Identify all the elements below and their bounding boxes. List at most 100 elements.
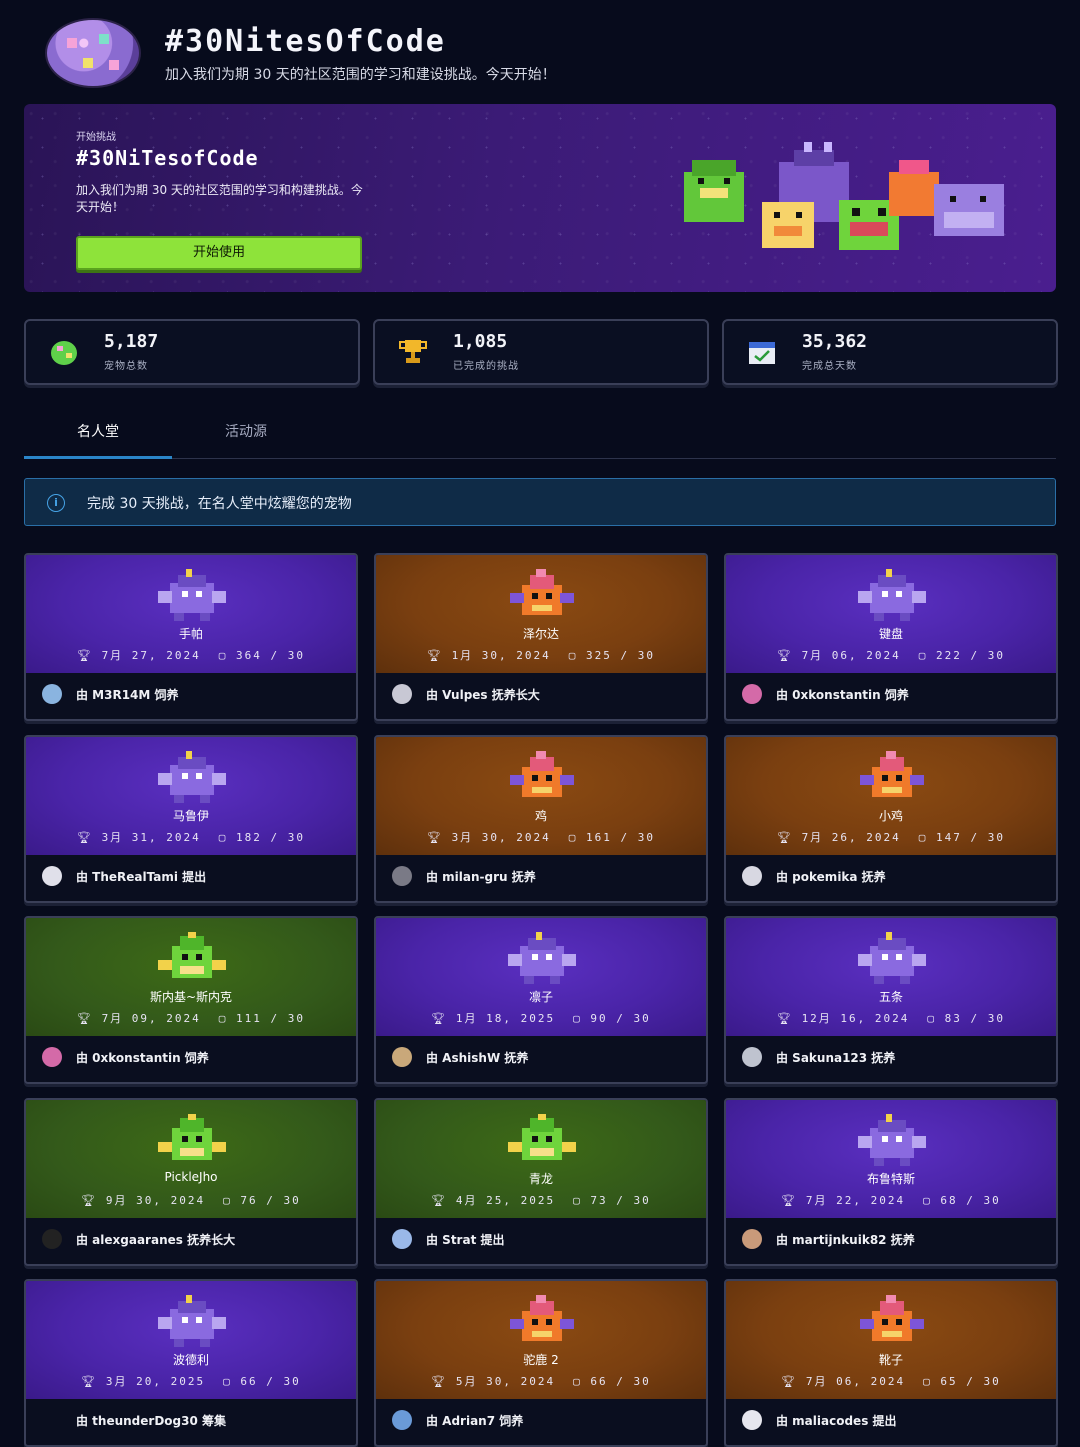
info-icon: i [47, 494, 65, 512]
avatar[interactable] [42, 684, 62, 704]
pet-card[interactable]: 波德利 🏆︎ 3月 20, 2025 ▢ 66 / 30 由 theunderDog3… [24, 1279, 358, 1447]
stat-completed-challenges: 1,085 已完成的挑战 [373, 319, 709, 385]
days-progress: 364 / 30 [236, 649, 306, 662]
pet-meta: 🏆︎ 9月 30, 2024 ▢ 76 / 30 [26, 1192, 356, 1208]
pet-card[interactable]: 凛子 🏆︎ 1月 18, 2025 ▢ 90 / 30 由 AshishW 抚养 [374, 916, 708, 1084]
pet-card[interactable]: 泽尔达 🏆︎ 1月 30, 2024 ▢ 325 / 30 由 Vulpes 抚养长大 [374, 553, 708, 721]
pet-card-header: 凛子 🏆︎ 1月 18, 2025 ▢ 90 / 30 [376, 918, 706, 1036]
pet-card-footer: 由 theunderDog30 筹集 [26, 1399, 356, 1445]
pet-card-header: 马鲁伊 🏆︎ 3月 31, 2024 ▢ 182 / 30 [26, 736, 356, 855]
duck-icon [762, 202, 814, 248]
avatar[interactable] [742, 1047, 762, 1067]
days-progress: 182 / 30 [236, 830, 306, 844]
pet-card[interactable]: 小鸡 🏆︎ 7月 26, 2024 ▢ 147 / 30 由 pokemika 抚养 [724, 734, 1058, 903]
stat-label: 已完成的挑战 [453, 361, 519, 372]
pet-meta: 🏆︎ 7月 27, 2024 ▢ 364 / 30 [26, 647, 356, 663]
avatar[interactable] [42, 1228, 62, 1249]
pet-card-header: 键盘 🏆︎ 7月 06, 2024 ▢ 222 / 30 [726, 555, 1056, 673]
completion-date: 7月 26, 2024 [801, 830, 901, 844]
dragon-green-icon [158, 1113, 226, 1160]
pet-card-footer: 由 Sakuna123 抚养 [726, 1036, 1056, 1082]
avatar[interactable] [742, 684, 762, 704]
days-progress: 66 / 30 [240, 1375, 301, 1388]
tab-bar: 名人堂 活动源 [24, 408, 1056, 459]
tab-hall-of-fame[interactable]: 名人堂 [24, 408, 172, 459]
completion-date: 3月 31, 2024 [101, 830, 201, 844]
pet-card-footer: 由 AshishW 抚养 [376, 1036, 706, 1082]
trophy-icon: 🏆︎ [776, 1012, 802, 1025]
green-dragon-icon [684, 160, 744, 222]
pet-meta: 🏆︎ 1月 30, 2024 ▢ 325 / 30 [376, 647, 706, 663]
pet-card[interactable]: 青龙 🏆︎ 4月 25, 2025 ▢ 73 / 30 由 Strat 提出 [374, 1097, 708, 1266]
pet-card-footer: 由 Adrian7 饲养 [376, 1399, 706, 1445]
trophy-icon: 🏆︎ [426, 830, 452, 844]
avatar[interactable] [742, 1410, 762, 1430]
avatar[interactable] [742, 865, 762, 886]
pet-card[interactable]: 手帕 🏆︎ 7月 27, 2024 ▢ 364 / 30 由 M3R14M 饲养 [24, 553, 358, 721]
pet-card[interactable]: 五条 🏆︎ 12月 16, 2024 ▢ 83 / 30 由 Sakuna123 抚养 [724, 916, 1058, 1084]
completion-date: 7月 27, 2024 [101, 649, 201, 662]
pet-name: 泽尔达 [522, 627, 559, 641]
avatar[interactable] [392, 865, 412, 886]
pet-card-footer: 由 maliacodes 提出 [726, 1399, 1056, 1445]
pet-card-header: 靴子 🏆︎ 7月 06, 2024 ▢ 65 / 30 [726, 1281, 1056, 1399]
days-progress: 222 / 30 [936, 649, 1006, 662]
avatar[interactable] [392, 1228, 412, 1249]
pet-card[interactable]: PickleJho 🏆︎ 9月 30, 2024 ▢ 76 / 30 由 alexga… [24, 1097, 358, 1266]
hero-title: #30NiTesofCode [76, 146, 259, 170]
pet-name: 小鸡 [878, 808, 903, 823]
trophy-icon [399, 340, 427, 363]
pet-meta: 🏆︎ 7月 26, 2024 ▢ 147 / 30 [726, 829, 1056, 845]
days-progress: 68 / 30 [940, 1193, 1001, 1207]
pet-card[interactable]: 键盘 🏆︎ 7月 06, 2024 ▢ 222 / 30 由 0xkonstantin… [724, 553, 1058, 721]
calendar-icon: ▢ [918, 649, 937, 662]
orange-dragon-icon [889, 160, 939, 216]
pet-name: 驼鹿 2 [523, 1353, 559, 1367]
avatar[interactable] [742, 1228, 762, 1249]
get-started-button[interactable]: 开始使用 [76, 236, 362, 270]
page-subtitle: 加入我们为期 30 天的社区范围的学习和建设挑战。今天开始！ [165, 67, 556, 83]
owner-label: 由 alexgaaranes 抚养长大 [76, 1232, 236, 1247]
trophy-icon: 🏆︎ [426, 649, 452, 662]
stat-total-pets: 5,187 宠物总数 [24, 319, 360, 385]
calendar-icon: ▢ [923, 1375, 941, 1388]
completion-date: 7月 06, 2024 [805, 1375, 906, 1388]
pet-card-header: 波德利 🏆︎ 3月 20, 2025 ▢ 66 / 30 [26, 1281, 356, 1399]
pet-meta: 🏆︎ 7月 06, 2024 ▢ 222 / 30 [726, 647, 1056, 663]
dragon-purple-icon [508, 932, 576, 984]
avatar[interactable] [392, 1410, 412, 1430]
page-title: #30NitesOfCode [165, 24, 446, 59]
calendar-icon: ▢ [573, 1012, 591, 1025]
pet-meta: 🏆︎ 3月 31, 2024 ▢ 182 / 30 [26, 829, 356, 845]
pet-card[interactable]: 布鲁特斯 🏆︎ 7月 22, 2024 ▢ 68 / 30 由 martijnkuik… [724, 1097, 1058, 1266]
owner-label: 由 maliacodes 提出 [776, 1414, 897, 1428]
owner-label: 由 AshishW 抚养 [426, 1051, 529, 1065]
pet-name: PickleJho [164, 1169, 218, 1184]
dragon-orange-icon [510, 750, 574, 797]
pet-card-header: 泽尔达 🏆︎ 1月 30, 2024 ▢ 325 / 30 [376, 555, 706, 673]
trophy-icon: 🏆︎ [431, 1375, 456, 1388]
dragon-purple-icon [858, 1113, 926, 1166]
avatar[interactable] [392, 684, 412, 704]
info-banner: i 完成 30 天挑战，在名人堂中炫耀您的宠物 [24, 478, 1056, 526]
stat-value: 1,085 [453, 331, 508, 352]
owner-label: 由 M3R14M 饲养 [76, 688, 179, 702]
egg-logo-icon [45, 18, 141, 88]
completion-date: 12月 16, 2024 [801, 1012, 910, 1025]
dragon-orange-icon [510, 1295, 574, 1341]
avatar[interactable] [392, 1047, 412, 1067]
egg-icon [51, 341, 77, 365]
pet-card[interactable]: 靴子 🏆︎ 7月 06, 2024 ▢ 65 / 30 由 maliacodes 提出 [724, 1279, 1058, 1447]
pet-card[interactable]: 鸡 🏆︎ 3月 30, 2024 ▢ 161 / 30 由 milan-gru 抚养 [374, 734, 708, 903]
pet-card[interactable]: 驼鹿 2 🏆︎ 5月 30, 2024 ▢ 66 / 30 由 Adrian7 饲养 [374, 1279, 708, 1447]
completion-date: 4月 25, 2025 [455, 1193, 556, 1207]
pet-card[interactable]: 马鲁伊 🏆︎ 3月 31, 2024 ▢ 182 / 30 由 TheRealTami… [24, 734, 358, 903]
completion-date: 7月 09, 2024 [101, 1012, 201, 1025]
pet-card-header: 鸡 🏆︎ 3月 30, 2024 ▢ 161 / 30 [376, 736, 706, 855]
avatar[interactable] [42, 1047, 62, 1067]
pet-card-footer: 由 Strat 提出 [376, 1218, 706, 1264]
pet-card[interactable]: 斯内基~斯内克 🏆︎ 7月 09, 2024 ▢ 111 / 30 由 0xkonst… [24, 916, 358, 1084]
days-progress: 83 / 30 [944, 1012, 1006, 1025]
avatar[interactable] [42, 865, 62, 886]
tab-activity-feed[interactable]: 活动源 [172, 408, 320, 456]
